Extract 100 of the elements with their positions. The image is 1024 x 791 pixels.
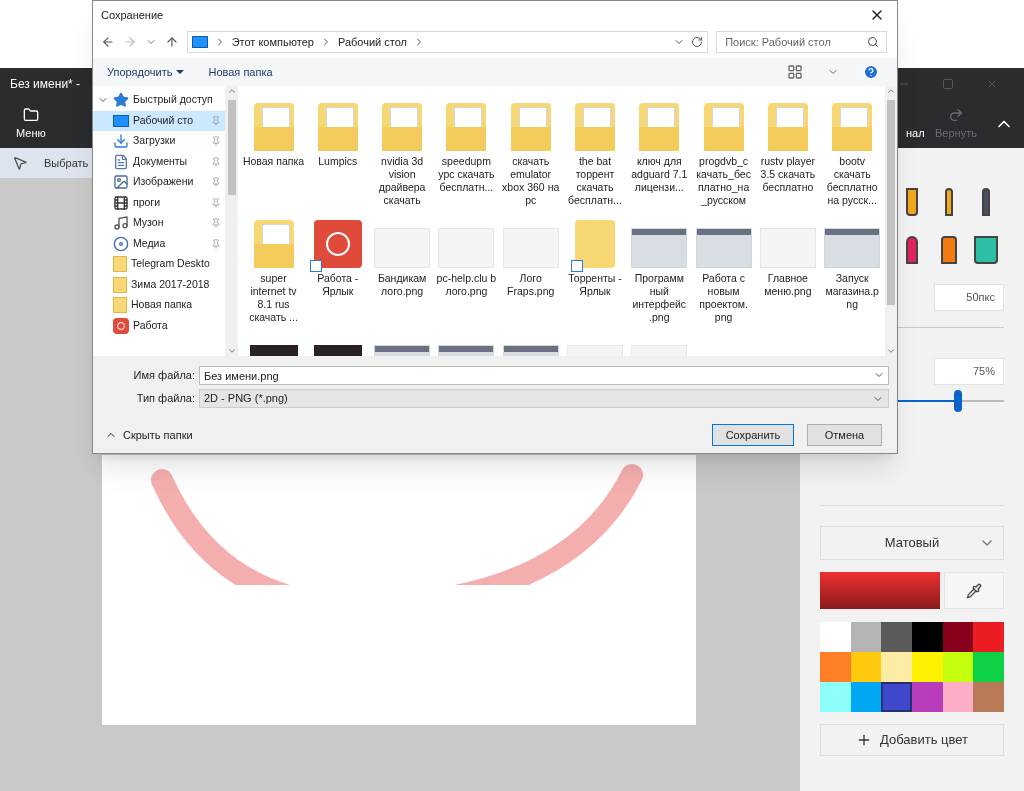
scrollbar[interactable] — [885, 86, 897, 356]
scroll-down-icon[interactable] — [226, 346, 237, 356]
file-item[interactable]: Работа с новым проектом. png — [692, 213, 756, 324]
nav-item[interactable]: Документы — [93, 151, 225, 172]
refresh-icon[interactable] — [691, 36, 704, 48]
search-field[interactable]: Поиск: Рабочий стол — [716, 31, 887, 53]
file-item[interactable]: super internet tv 8.1 rus скачать ... — [242, 213, 305, 324]
nav-item[interactable]: Изображени — [93, 172, 225, 193]
nav-item[interactable]: Рабочий сто — [93, 110, 225, 131]
palette-color[interactable] — [973, 682, 1004, 712]
back-icon[interactable] — [101, 35, 115, 49]
hide-folders-button[interactable]: Скрыть папки — [101, 426, 193, 444]
select-tool[interactable]: Выбрать — [44, 154, 89, 172]
nav-item[interactable]: Музон — [93, 213, 225, 234]
file-item[interactable]: Главное меню.png — [756, 213, 820, 324]
palette-color[interactable] — [942, 682, 974, 712]
file-item[interactable]: progdvb_c качать_бес платно_на _русском — [692, 96, 756, 207]
opacity-field[interactable]: 75% — [934, 358, 1004, 385]
file-item[interactable]: Запуск магазина.p ng — [820, 213, 884, 324]
maximize-icon[interactable] — [942, 78, 954, 90]
palette-color[interactable] — [973, 652, 1004, 682]
palette-color[interactable] — [850, 622, 882, 652]
file-item[interactable]: Lumpics — [306, 96, 370, 207]
breadcrumb-item[interactable]: Этот компьютер — [231, 33, 314, 51]
scrollbar[interactable] — [225, 86, 238, 356]
view-icon[interactable] — [787, 64, 803, 80]
caret-icon — [176, 70, 185, 74]
texture-dropdown[interactable]: Матовый — [820, 526, 1004, 560]
scroll-up-icon[interactable] — [226, 86, 237, 96]
file-item[interactable]: Бандикам лого.png — [370, 213, 434, 324]
nav-label: Музон — [133, 215, 165, 231]
palette-color[interactable] — [820, 622, 851, 652]
file-item[interactable]: pc-help.clu b лого.png — [434, 213, 498, 324]
thickness-field[interactable]: 50пкс — [934, 284, 1004, 311]
toolbar-button[interactable]: Меню — [8, 106, 54, 142]
nav-item[interactable]: Медиа — [93, 233, 225, 254]
palette-color[interactable] — [912, 622, 943, 652]
nav-item[interactable]: проги — [93, 192, 225, 213]
palette-color[interactable] — [973, 622, 1004, 652]
folder-icon — [767, 103, 808, 151]
scrollbar-thumb[interactable] — [887, 100, 895, 305]
filename-field[interactable]: Без имени.png — [199, 366, 889, 385]
palette-color[interactable] — [850, 652, 882, 682]
palette-color[interactable] — [881, 682, 912, 712]
forward-icon[interactable] — [122, 35, 137, 49]
file-item[interactable]: Программ ный интерфейс .png — [627, 213, 691, 324]
spray-icon[interactable] — [941, 236, 957, 264]
file-item[interactable]: speedupm ypc скачать бесплатн... — [434, 96, 498, 207]
marker-icon[interactable] — [906, 188, 919, 216]
nav-item[interactable]: Быстрый доступ — [93, 90, 225, 111]
file-item[interactable]: rustv player 3.5 скачать бесплатно — [756, 96, 820, 207]
file-item[interactable]: Новая папка — [242, 96, 305, 207]
palette-color[interactable] — [912, 652, 943, 682]
file-item[interactable]: Работа - Ярлык — [306, 213, 370, 324]
drawing-canvas[interactable] — [102, 455, 696, 725]
pen-icon[interactable] — [981, 188, 990, 216]
eyedropper-button[interactable] — [944, 572, 1004, 609]
address-bar[interactable]: Этот компьютер Рабочий стол — [186, 31, 709, 53]
toolbar-button[interactable]: нал — [904, 106, 928, 142]
brush-icon[interactable] — [945, 188, 953, 216]
file-item[interactable]: bootv скачать бесплатно на русск... — [820, 96, 884, 207]
breadcrumb-item[interactable]: Рабочий стол — [337, 33, 407, 51]
scroll-up-icon[interactable] — [886, 86, 896, 96]
nav-item[interactable]: Работа — [93, 315, 225, 336]
nav-item[interactable]: Telegram Deskto — [93, 254, 225, 275]
nav-label: проги — [133, 194, 162, 210]
nav-item[interactable]: Новая папка — [93, 295, 225, 316]
file-item[interactable]: Торренты - Ярлык — [563, 213, 627, 324]
file-item[interactable]: nvidia 3d vision драйвера скачать — [370, 96, 434, 207]
file-name: bootv скачать бесплатно на русск... — [825, 155, 879, 207]
palette-color[interactable] — [881, 652, 912, 682]
palette-color[interactable] — [881, 622, 912, 652]
palette-color[interactable] — [912, 682, 943, 712]
palette-color[interactable] — [820, 652, 851, 682]
dialog-button[interactable]: Отмена — [807, 424, 882, 446]
command-button[interactable]: Новая папка — [208, 63, 273, 81]
file-item[interactable]: the bat торрент скачать бесплатн... — [563, 96, 627, 207]
palette-color[interactable] — [850, 682, 882, 712]
scroll-down-icon[interactable] — [886, 346, 896, 356]
music-icon — [113, 215, 129, 232]
crayon-icon[interactable] — [906, 236, 919, 264]
dialog-button[interactable]: Сохранить — [712, 424, 794, 446]
nav-item[interactable]: Загрузки — [93, 131, 225, 152]
command-button[interactable]: Упорядочить — [107, 63, 185, 81]
palette-color[interactable] — [820, 682, 851, 712]
slider-thumb[interactable] — [954, 390, 962, 412]
scrollbar-thumb[interactable] — [227, 100, 236, 195]
bucket-icon[interactable] — [973, 236, 998, 264]
file-item[interactable]: скачать emulator xbox 360 на pc — [499, 96, 563, 207]
palette-color[interactable] — [942, 622, 974, 652]
up-icon[interactable] — [164, 35, 179, 49]
file-item[interactable]: Лого Fraps.png — [499, 213, 563, 324]
add-color-button[interactable]: Добавить цвет — [820, 724, 1004, 756]
nav-item[interactable]: Зима 2017-2018 — [93, 274, 225, 295]
help-icon[interactable] — [863, 64, 879, 80]
file-name: Новая папка — [242, 155, 305, 168]
file-item[interactable]: ключ для adguard 7.1 лицензи... — [627, 96, 691, 207]
folder-icon — [382, 103, 423, 151]
palette-color[interactable] — [942, 652, 974, 682]
filetype-dropdown[interactable]: 2D - PNG (*.png) — [199, 389, 889, 408]
